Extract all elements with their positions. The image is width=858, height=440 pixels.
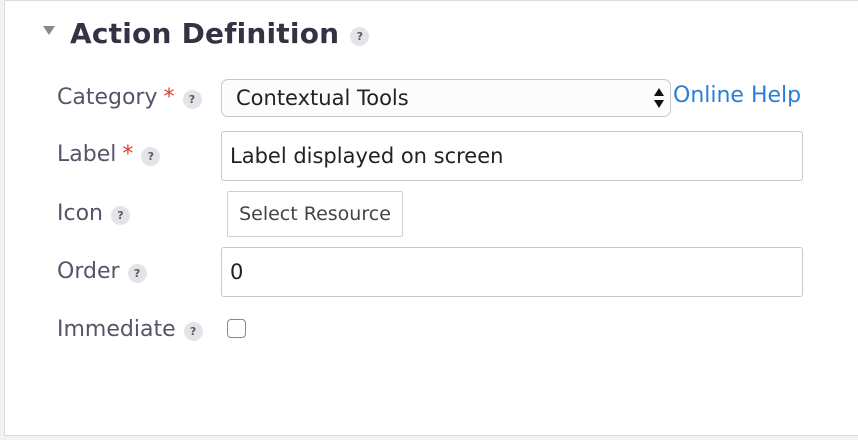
icon-help-icon[interactable]: ? bbox=[111, 206, 130, 225]
icon-row: Icon ? bbox=[57, 201, 130, 226]
label-field-label: Label bbox=[57, 142, 117, 167]
immediate-field-label: Immediate bbox=[57, 317, 176, 342]
icon-field-label: Icon bbox=[57, 201, 103, 226]
label-input[interactable] bbox=[221, 131, 803, 181]
order-help-icon[interactable]: ? bbox=[127, 264, 147, 283]
category-required-asterisk: * bbox=[163, 85, 175, 110]
label-required-asterisk: * bbox=[122, 142, 134, 167]
category-row: Category * ? bbox=[57, 85, 202, 110]
online-help-link[interactable]: Online Help bbox=[673, 83, 801, 108]
category-help-icon[interactable]: ? bbox=[182, 90, 202, 109]
label-help-icon[interactable]: ? bbox=[141, 147, 161, 166]
category-select[interactable]: Contextual Tools bbox=[221, 79, 671, 117]
immediate-row: Immediate ? bbox=[57, 317, 203, 342]
select-arrows-icon bbox=[654, 88, 664, 110]
action-definition-panel: Action Definition ? Category * ? Context… bbox=[4, 0, 858, 436]
label-row: Label * ? bbox=[57, 142, 161, 167]
section-title: Action Definition bbox=[70, 16, 340, 50]
category-label: Category bbox=[57, 85, 158, 110]
category-select-value: Contextual Tools bbox=[236, 86, 409, 110]
order-row: Order ? bbox=[57, 259, 147, 284]
immediate-checkbox[interactable] bbox=[227, 319, 246, 338]
section-help-icon[interactable]: ? bbox=[350, 26, 370, 46]
immediate-help-icon[interactable]: ? bbox=[183, 322, 203, 341]
collapse-triangle-icon[interactable] bbox=[43, 25, 55, 35]
select-resource-button[interactable]: Select Resource bbox=[227, 191, 403, 237]
order-field-label: Order bbox=[57, 259, 120, 284]
section-header: Action Definition ? bbox=[43, 13, 370, 53]
order-input[interactable] bbox=[221, 247, 803, 297]
